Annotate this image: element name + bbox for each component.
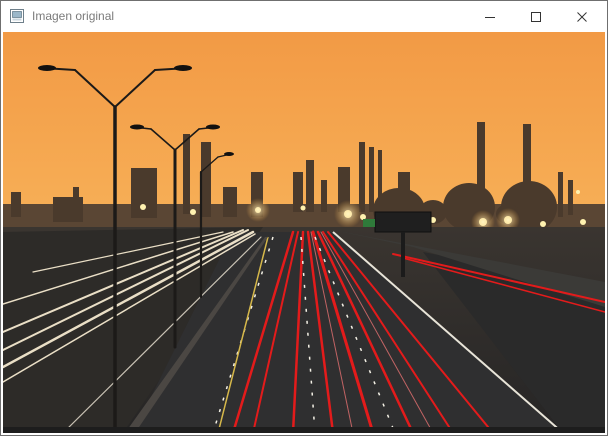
title-bar[interactable]: Imagen original <box>1 1 607 32</box>
maximize-icon <box>531 11 541 22</box>
minimize-button[interactable] <box>467 1 513 32</box>
image-viewer-window: Imagen original <box>0 0 608 436</box>
original-image <box>3 32 605 433</box>
close-icon <box>577 11 587 22</box>
window-app-icon <box>10 9 24 23</box>
photo-highway-refinery-night <box>3 32 605 433</box>
close-button[interactable] <box>559 1 605 32</box>
minimize-icon <box>485 16 495 18</box>
maximize-button[interactable] <box>513 1 559 32</box>
window-title: Imagen original <box>32 9 115 23</box>
